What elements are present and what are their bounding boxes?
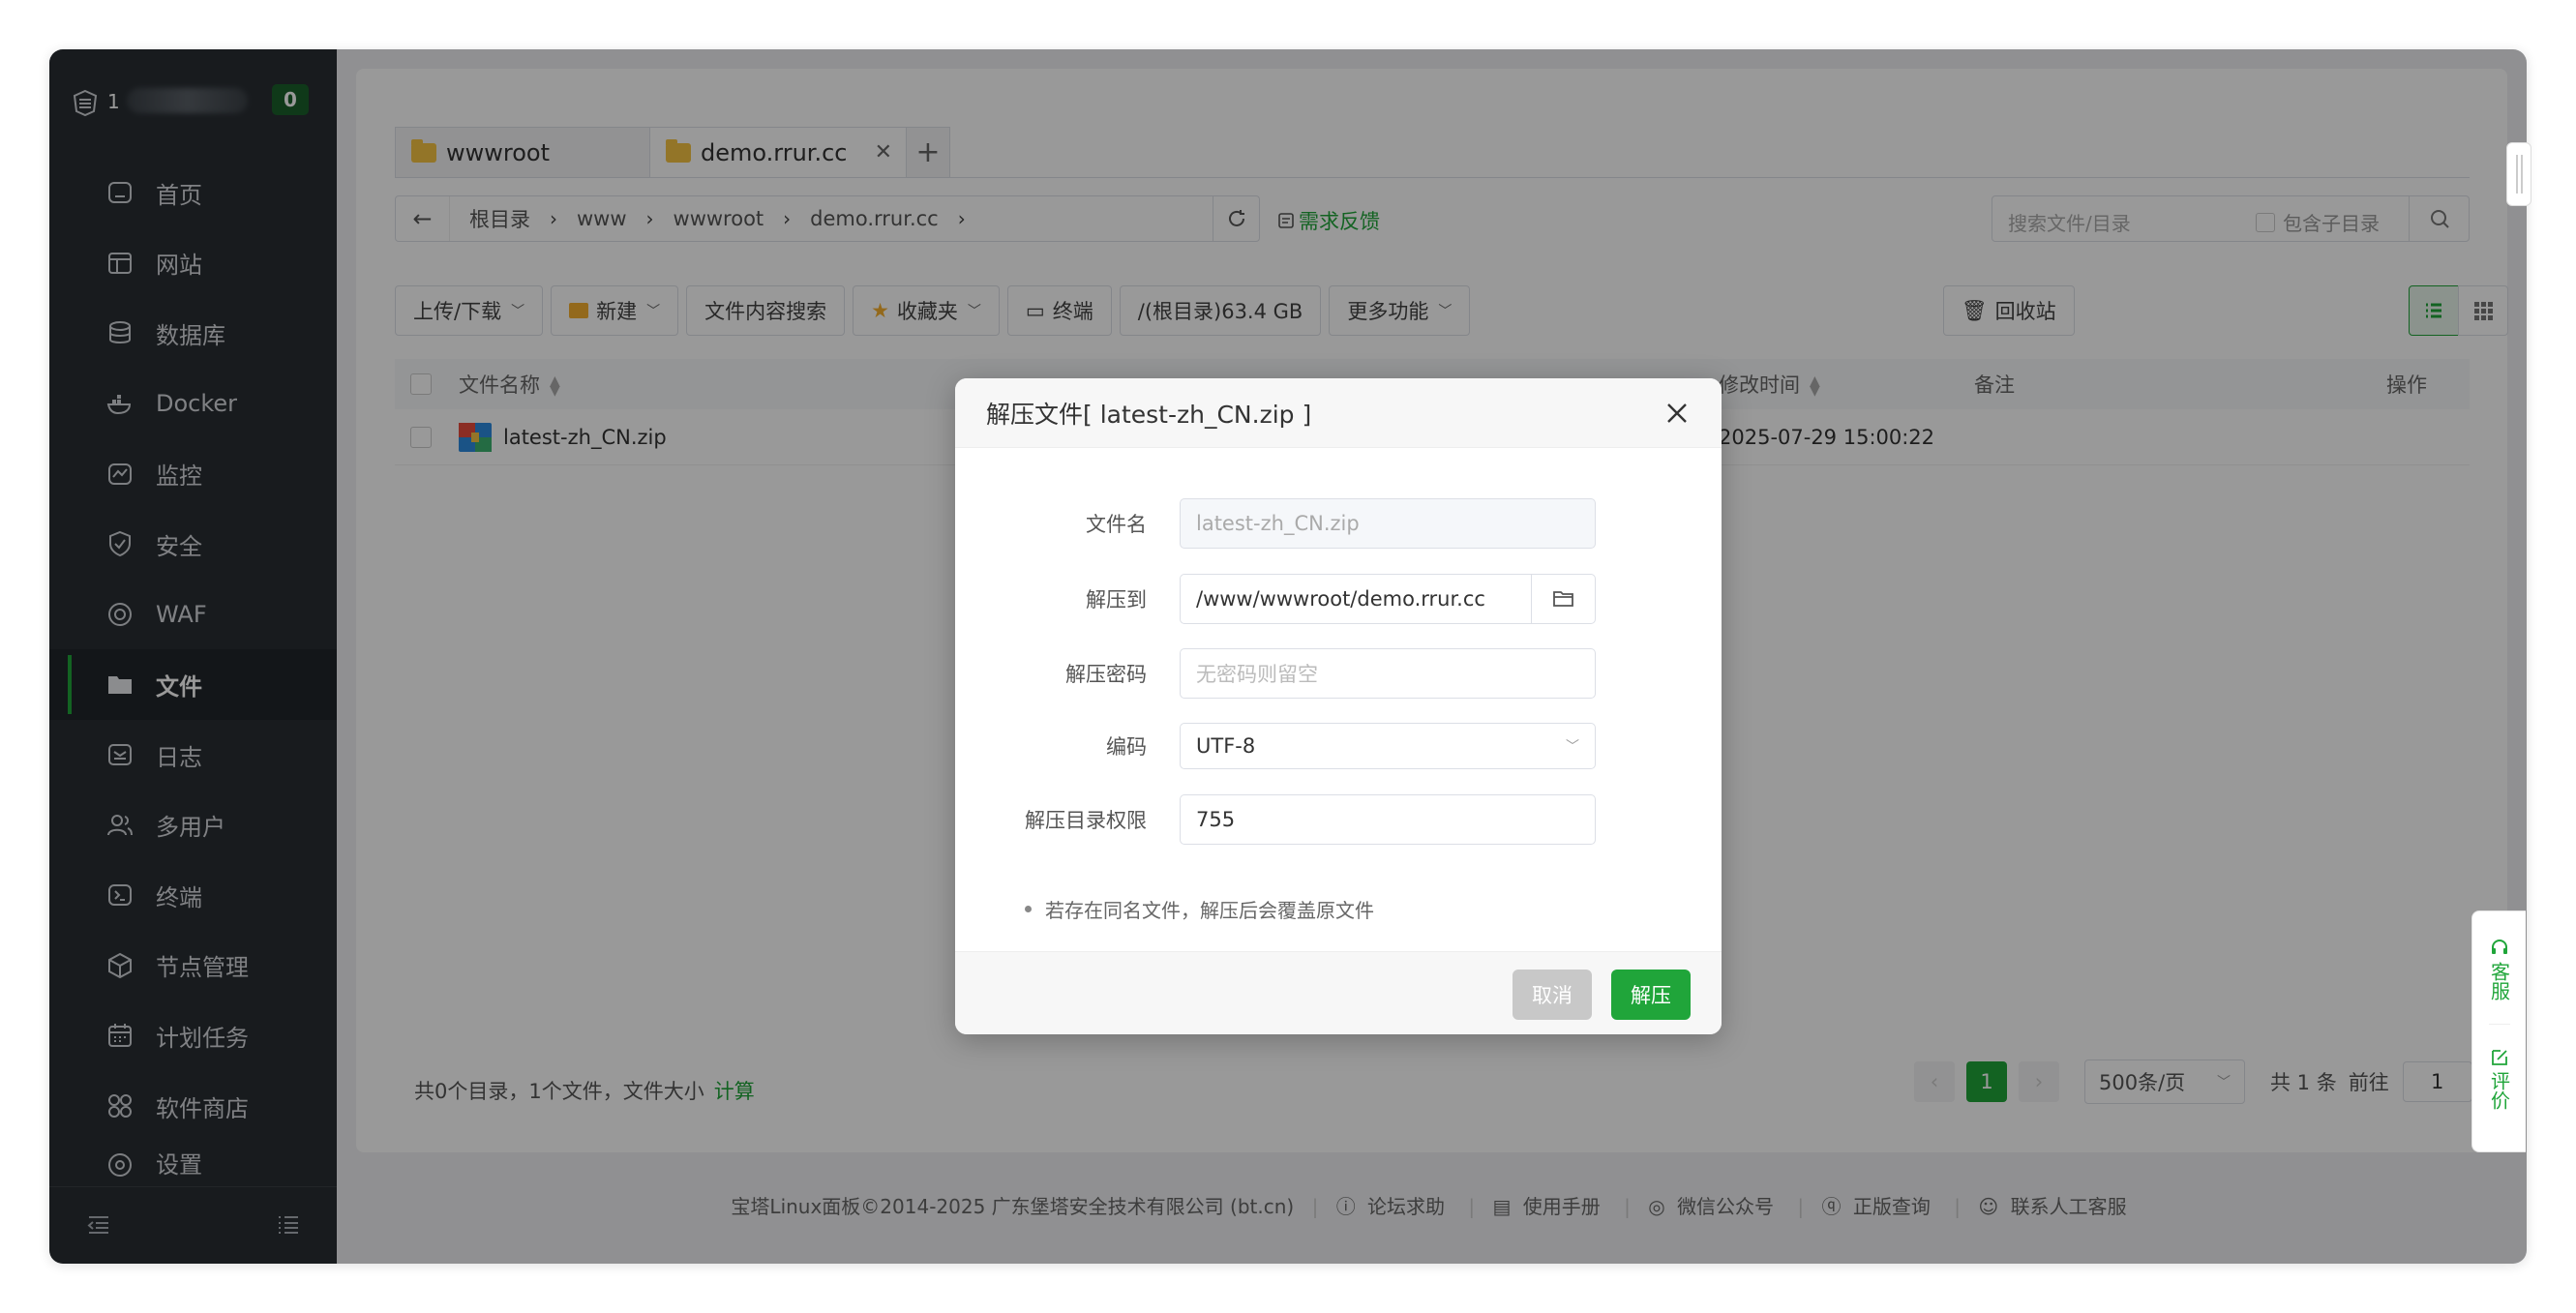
dest-label: 解压到 [1086,588,1147,612]
encoding-label: 编码 [1106,735,1147,759]
dialog-header: 解压文件[ latest-zh_CN.zip ] [955,378,1722,448]
review-button[interactable]: 评价 [2488,1024,2511,1110]
headset-icon [2491,940,2507,954]
dest-path-field[interactable]: /www/wwwroot/demo.rrur.cc [1180,574,1596,624]
unzip-dialog: 解压文件[ latest-zh_CN.zip ] 文件名 latest-zh_C… [955,378,1722,1034]
permission-row: 解压目录权限 755 [955,794,1722,845]
password-label: 解压密码 [1065,663,1147,686]
chevron-down-icon: ﹀ [1566,739,1579,755]
cancel-button[interactable]: 取消 [1513,970,1592,1020]
edit-icon [2491,1050,2507,1065]
filename-row: 文件名 latest-zh_CN.zip [955,498,1722,549]
password-row: 解压密码 无密码则留空 [955,648,1722,699]
app-window: 1 0 首页 网站 数据库 Docker 监控 安全 WAF 文件 日志 多用户… [49,49,2527,1264]
close-icon[interactable] [1662,398,1692,429]
encoding-row: 编码 UTF-8 ﹀ [955,721,1722,771]
customer-service-button[interactable]: 客服 [2488,911,2511,1000]
dialog-title: 解压文件[ latest-zh_CN.zip ] [986,400,1312,429]
permission-field[interactable]: 755 [1180,794,1596,845]
dialog-body: 文件名 latest-zh_CN.zip 解压到 /www/wwwroot/de… [955,448,1722,951]
dest-row: 解压到 /www/wwwroot/demo.rrur.cc [955,574,1722,624]
overwrite-note: 若存在同名文件，解压后会覆盖原文件 [1025,895,1374,923]
dialog-footer: 取消 解压 [955,951,1722,1034]
filename-field: latest-zh_CN.zip [1180,498,1596,549]
filename-label: 文件名 [1086,513,1147,536]
folder-open-icon[interactable] [1531,575,1595,623]
side-drag-handle[interactable] [2506,142,2531,206]
password-field[interactable]: 无密码则留空 [1180,648,1596,699]
permission-label: 解压目录权限 [1025,809,1147,832]
encoding-select[interactable]: UTF-8 ﹀ [1180,723,1596,769]
unzip-button[interactable]: 解压 [1611,970,1691,1020]
floating-service-bar: 客服 评价 [2471,910,2526,1152]
